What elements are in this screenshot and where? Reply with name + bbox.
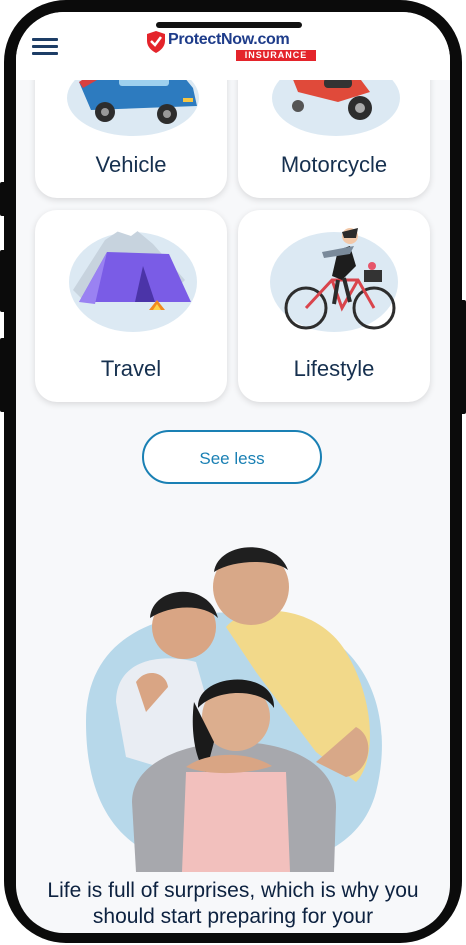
family-photo	[86, 547, 382, 872]
card-travel[interactable]: Travel	[35, 210, 227, 402]
shield-check-icon	[147, 31, 165, 53]
phone-side-button	[0, 182, 6, 216]
card-lifestyle[interactable]: Lifestyle	[238, 210, 430, 402]
cyclist-illustration	[270, 228, 398, 332]
tagline-text: Life is full of surprises, which is why …	[47, 879, 419, 928]
card-label-motorcycle: Motorcycle	[280, 152, 388, 177]
screen: Vehicle Motorcycle Travel Lifestyle See …	[16, 12, 450, 933]
logo-wordmark: ProtectNow.com	[168, 31, 290, 48]
brand-logo[interactable]: ProtectNow.com INSURANCE	[146, 30, 326, 64]
page-content: Vehicle Motorcycle Travel Lifestyle See …	[16, 12, 450, 933]
card-label-travel: Travel	[100, 356, 162, 381]
phone-volume-up	[0, 250, 6, 312]
phone-volume-down	[0, 338, 6, 412]
tent-illustration	[69, 220, 197, 332]
phone-power-button	[460, 300, 466, 414]
phone-speaker-notch	[156, 22, 302, 28]
hamburger-menu-icon[interactable]	[32, 36, 60, 56]
card-label-vehicle: Vehicle	[95, 152, 167, 177]
see-less-button[interactable]: See less	[142, 430, 322, 484]
card-label-lifestyle: Lifestyle	[293, 356, 375, 381]
logo-subtitle: INSURANCE	[236, 50, 316, 61]
